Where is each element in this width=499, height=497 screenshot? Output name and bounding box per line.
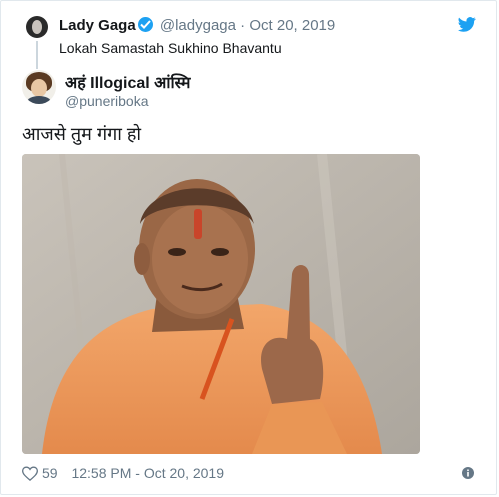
like-count[interactable]: 59 [42, 465, 58, 481]
info-icon[interactable] [462, 467, 474, 479]
parent-author-name[interactable]: Lady Gaga [59, 17, 136, 34]
verified-badge-icon [137, 17, 153, 32]
parent-date-separator: · [240, 17, 246, 34]
tweet-photo[interactable] [22, 154, 420, 454]
tweet-text: आजसे तुम गंगा हो [22, 124, 142, 144]
tweet-meta: 59 12:58 PM - Oct 20, 2019 [22, 465, 224, 481]
author-name[interactable]: अहं Illogical आंस्मि [65, 71, 190, 93]
embedded-tweet-card: Lady Gaga @ladygaga · Oct 20, 2019 Lokah… [0, 0, 497, 495]
author-handle[interactable]: @puneriboka [65, 93, 149, 109]
parent-tweet-header: Lady Gaga @ladygaga · Oct 20, 2019 [59, 17, 335, 34]
parent-author-handle[interactable]: @ladygaga [160, 17, 236, 34]
parent-tweet-date[interactable]: Oct 20, 2019 [249, 17, 335, 34]
parent-author-avatar[interactable] [26, 16, 48, 38]
parent-tweet-text: Lokah Samastah Sukhino Bhavantu [59, 40, 282, 56]
tweet-timestamp[interactable]: 12:58 PM - Oct 20, 2019 [71, 465, 224, 481]
twitter-bird-icon[interactable] [458, 17, 476, 32]
heart-icon[interactable] [22, 466, 38, 481]
thread-connector-line [36, 41, 38, 69]
author-avatar[interactable] [22, 70, 56, 104]
